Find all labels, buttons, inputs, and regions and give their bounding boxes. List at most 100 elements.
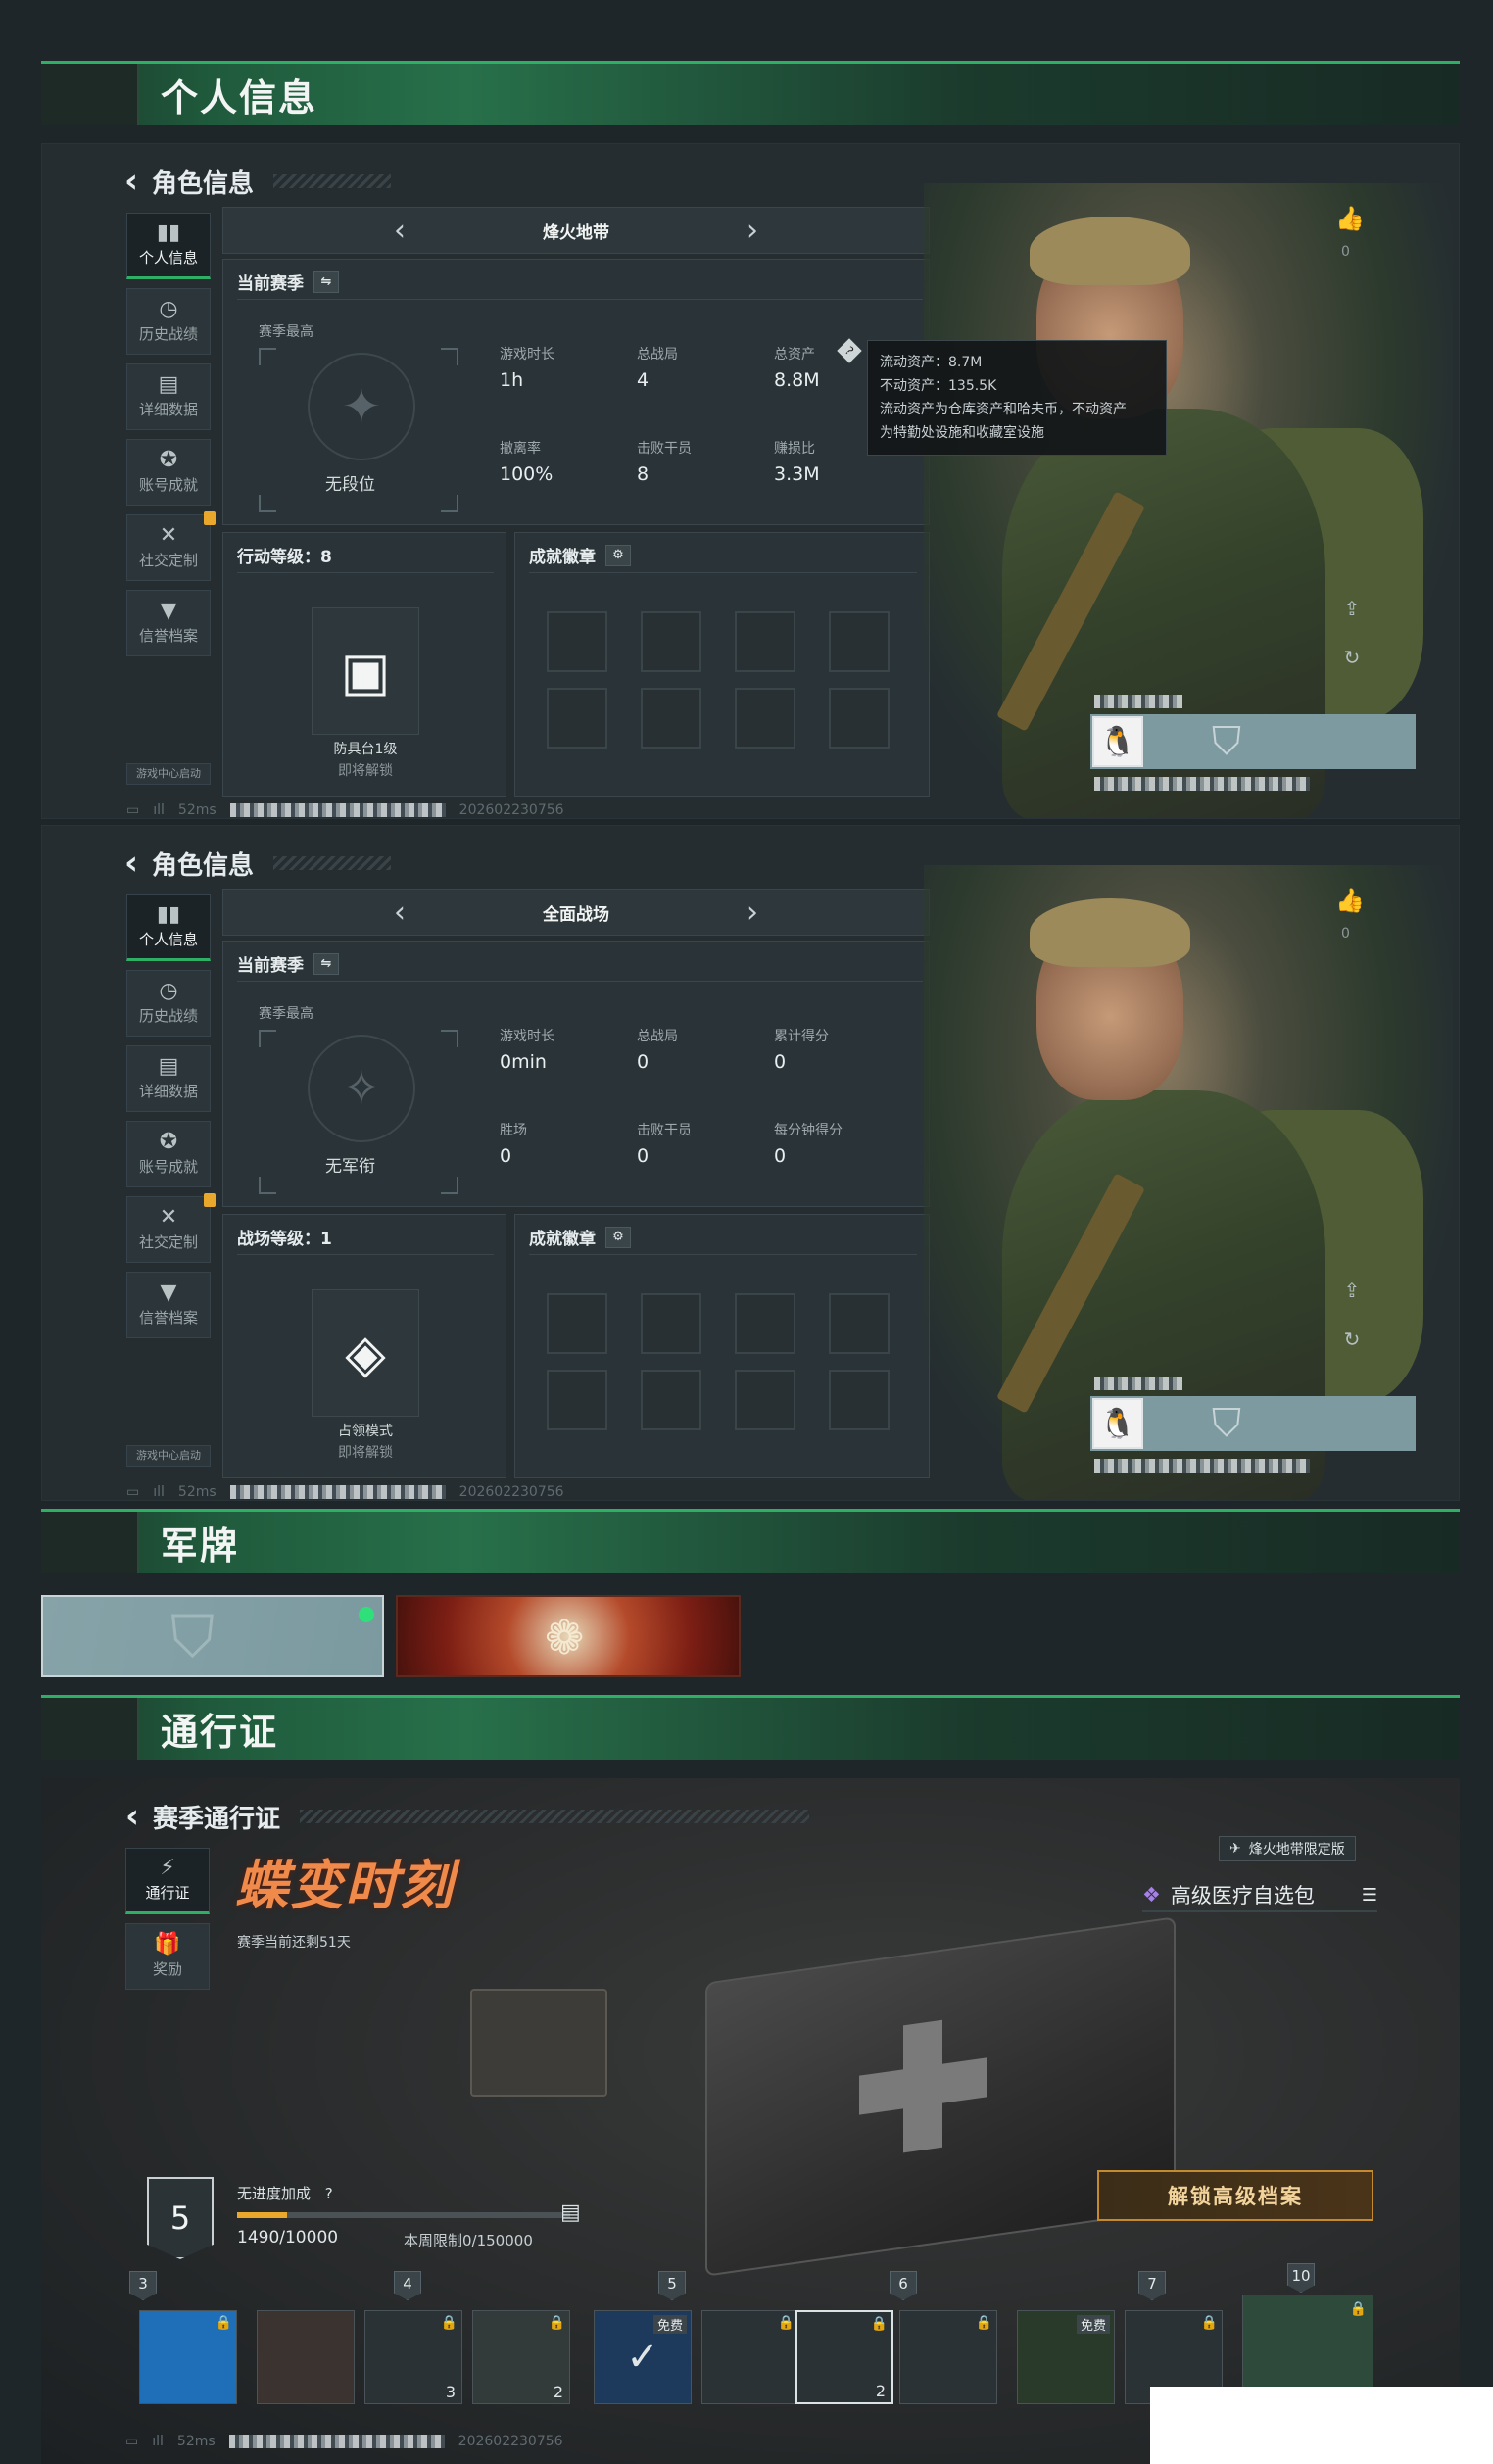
nav-reputation[interactable]: ▼ 信誉档案 <box>126 1272 211 1338</box>
help-icon[interactable]: ? <box>325 2185 333 2202</box>
section-title: 通行证 <box>161 1711 279 1754</box>
unlock-premium-button[interactable]: 解锁高级档案 <box>1097 2170 1373 2221</box>
nav-social-custom[interactable]: ✕ 社交定制 <box>126 1193 216 1263</box>
list-icon[interactable]: ☰ <box>1362 1885 1377 1906</box>
badge-slot[interactable] <box>641 1293 701 1354</box>
profile-strip[interactable]: 🐧 ⛉ <box>1090 714 1416 769</box>
lock-icon: 🔒 <box>215 2315 232 2331</box>
thumbs-up-icon[interactable]: 👍 <box>1335 887 1365 914</box>
badge-slot[interactable] <box>641 1370 701 1430</box>
game-center-launch[interactable]: 游戏中心启动 <box>126 1445 211 1467</box>
share-icon[interactable]: ⇪ <box>1337 597 1367 620</box>
pass-back-title[interactable]: ‹ 赛季通行证 <box>125 1797 810 1836</box>
help-icon[interactable]: ? <box>837 338 862 363</box>
stat-value: 8.8M <box>774 369 820 391</box>
plate-art-icon: ❁ <box>545 1611 585 1666</box>
thumbs-up-icon[interactable]: 👍 <box>1335 205 1365 232</box>
stat-label: 总资产 <box>774 347 815 362</box>
badge-slot[interactable] <box>735 688 795 749</box>
signal-icon: ıll <box>152 2434 164 2449</box>
stat-label: 总战局 <box>637 1029 678 1044</box>
profile-subtext-blurred <box>1094 1459 1310 1473</box>
settings-icon[interactable]: ⚙ <box>605 1226 631 1248</box>
badge-slot[interactable] <box>547 688 607 749</box>
nav-history[interactable]: ◷ 历史战绩 <box>126 970 211 1037</box>
back-arrow-icon[interactable]: ‹ <box>124 162 138 201</box>
reward-slot[interactable]: 🔒 <box>701 2310 799 2404</box>
reward-item-name[interactable]: ❖ 高级医疗自选包 ☰ <box>1142 1879 1377 1912</box>
nav-reputation[interactable]: ▼ 信誉档案 <box>126 590 211 656</box>
swap-icon[interactable]: ⇋ <box>313 952 339 975</box>
unlock-card[interactable]: ◈ <box>312 1289 419 1417</box>
badges-box: 成就徽章 ⚙ <box>514 532 930 797</box>
shield-icon: ▼ <box>160 1280 177 1305</box>
badge-slot[interactable] <box>547 1293 607 1354</box>
nav-social-custom[interactable]: ✕ 社交定制 <box>126 511 216 581</box>
reward-slot[interactable]: 🔒 <box>899 2310 997 2404</box>
nav-detail-data[interactable]: ▤ 详细数据 <box>126 1045 211 1112</box>
badge-slot[interactable] <box>829 1293 890 1354</box>
next-mode-icon[interactable]: › <box>746 214 758 248</box>
reward-slot[interactable]: 免费 ✓ <box>594 2310 692 2404</box>
badge-slot[interactable] <box>829 611 890 672</box>
bar-chart-icon: ▮▮ <box>156 902 181 927</box>
reward-slot[interactable]: 🔒 3 <box>364 2310 462 2404</box>
nav-personal-info[interactable]: ▮▮ 个人信息 <box>126 213 211 279</box>
badge-slot[interactable] <box>829 688 890 749</box>
avatar[interactable]: 🐧 <box>1092 1398 1143 1449</box>
military-plate-selected[interactable]: ⛉ <box>41 1595 384 1677</box>
military-plate-option[interactable]: ❁ <box>396 1595 741 1677</box>
level-box: 战场等级：1 ◈ 占领模式 即将解锁 <box>222 1214 506 1478</box>
card-add-icon[interactable]: ▤ <box>560 2200 581 2225</box>
asset-tooltip: 流动资产：8.7M 不动资产：135.5K 流动资产为仓库资产和哈夫币，不动资产… <box>867 340 1167 456</box>
nav-achievements[interactable]: ✪ 账号成就 <box>126 439 211 506</box>
nav-history[interactable]: ◷ 历史战绩 <box>126 288 211 355</box>
swap-icon[interactable]: ⇋ <box>313 270 339 293</box>
game-center-launch[interactable]: 游戏中心启动 <box>126 763 211 785</box>
back-title[interactable]: ‹ 角色信息 <box>124 844 392 883</box>
battery-icon: ▭ <box>126 1484 140 1500</box>
badge-slot[interactable] <box>641 611 701 672</box>
notification-dot <box>204 511 216 525</box>
reward-slot[interactable]: 🔒 2 <box>795 2310 893 2404</box>
prev-mode-icon[interactable]: ‹ <box>394 214 406 248</box>
badge-slot[interactable] <box>735 1293 795 1354</box>
share-icon[interactable]: ⇪ <box>1337 1279 1367 1302</box>
season-title: 当前赛季 ⇋ <box>237 951 339 976</box>
badge-slot[interactable] <box>547 1370 607 1430</box>
back-arrow-icon[interactable]: ‹ <box>125 1797 139 1836</box>
reward-slot[interactable] <box>257 2310 355 2404</box>
reward-slot[interactable]: 免费 <box>1017 2310 1115 2404</box>
badge-slot[interactable] <box>735 611 795 672</box>
progress-text: 1490/10000 <box>237 2228 339 2247</box>
role-info-panel-2: ‹ 角色信息 ▮▮ 个人信息 ◷ 历史战绩 ▤ 详细数据 ✪ 账号成就 ✕ 社交定制 ▼ 信… <box>41 825 1460 1501</box>
badge-slot[interactable] <box>735 1370 795 1430</box>
next-mode-icon[interactable]: › <box>746 895 758 930</box>
nav-personal-info[interactable]: ▮▮ 个人信息 <box>126 894 211 961</box>
stat-label: 撤离率 <box>500 441 541 457</box>
nav-rewards[interactable]: 🎁 奖励 <box>125 1923 210 1990</box>
unlock-card[interactable]: ▣ <box>312 607 419 735</box>
refresh-icon[interactable]: ↻ <box>1337 646 1367 669</box>
badge-slot[interactable] <box>641 688 701 749</box>
badge-slot[interactable] <box>547 611 607 672</box>
nav-detail-data[interactable]: ▤ 详细数据 <box>126 363 211 430</box>
prev-mode-icon[interactable]: ‹ <box>394 895 406 930</box>
back-arrow-icon[interactable]: ‹ <box>124 844 138 883</box>
like-count: 0 <box>1341 244 1350 260</box>
profile-strip[interactable]: 🐧 ⛉ <box>1090 1396 1416 1451</box>
selected-indicator <box>359 1607 374 1622</box>
clock-icon: ◷ <box>159 297 178 321</box>
reward-slot[interactable]: 🔒 <box>139 2310 237 2404</box>
folder-icon: ▤ <box>158 1054 179 1079</box>
avatar[interactable]: 🐧 <box>1092 716 1143 767</box>
nav-pass[interactable]: ⚡ 通行证 <box>125 1848 210 1914</box>
reward-slot[interactable]: 🔒 2 <box>472 2310 570 2404</box>
nav-achievements[interactable]: ✪ 账号成就 <box>126 1121 211 1187</box>
refresh-icon[interactable]: ↻ <box>1337 1328 1367 1351</box>
settings-icon[interactable]: ⚙ <box>605 544 631 566</box>
section-title: 个人信息 <box>161 76 318 120</box>
badge-slot[interactable] <box>829 1370 890 1430</box>
back-title[interactable]: ‹ 角色信息 <box>124 162 392 201</box>
folder-icon: ▤ <box>158 372 179 397</box>
